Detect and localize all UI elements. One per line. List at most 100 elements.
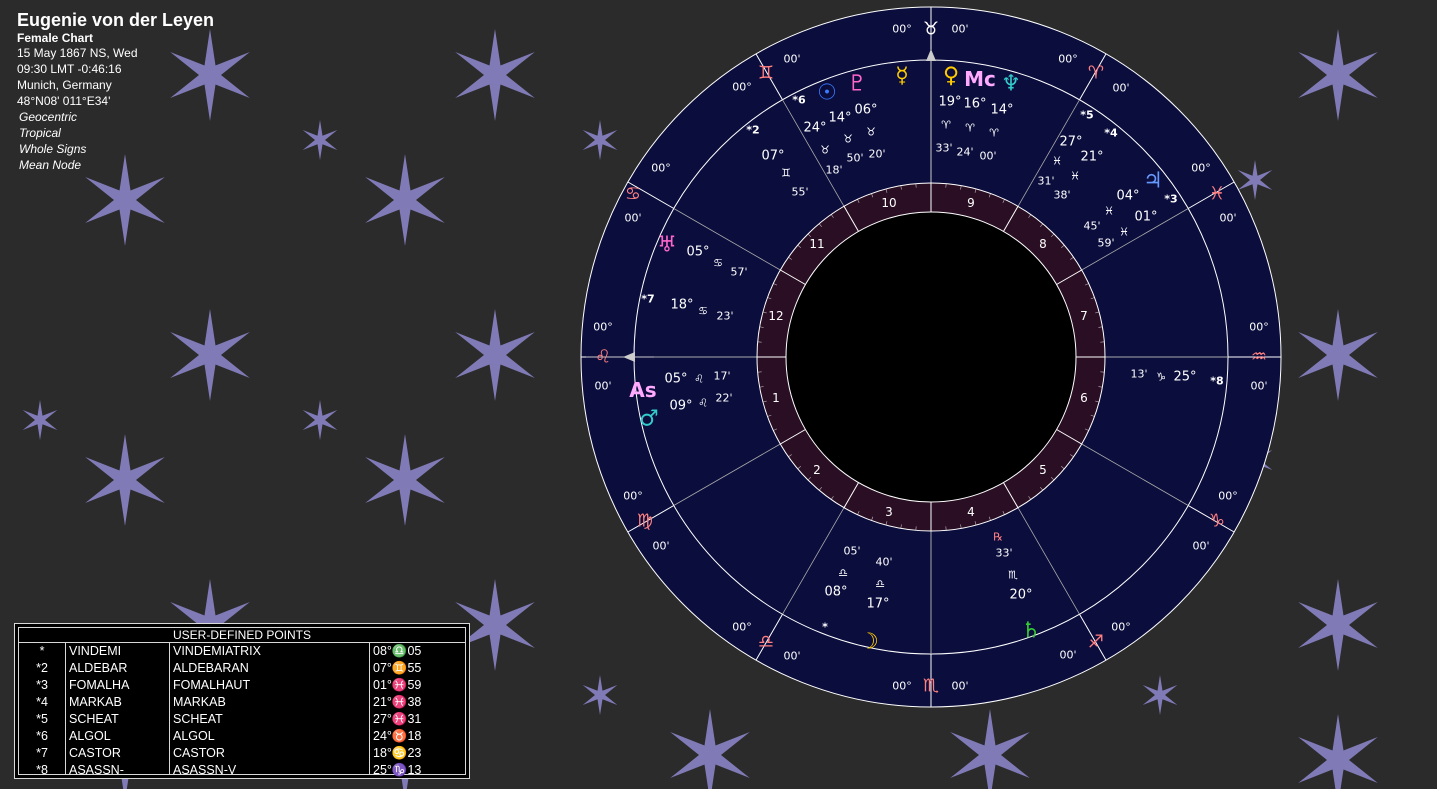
house-number-3: 3: [885, 505, 893, 519]
sign-minute-label: 00': [783, 650, 800, 663]
sign-minute-label: 00': [594, 380, 611, 393]
udp-row: *8 ASASSN- ASASSN-V 25°♑13: [19, 762, 465, 779]
sign-minute-label: 00': [1250, 380, 1267, 393]
udp-cell-name: MARKAB: [173, 695, 226, 709]
sign-degree-label: 00°: [623, 490, 643, 503]
udp-cell-name: SCHEAT: [173, 712, 223, 726]
sign-minute-label: 00': [951, 680, 968, 693]
body-degree: 05°: [686, 245, 709, 260]
udp-cell-abbr: FOMALHA: [69, 678, 130, 692]
sign-degree-label: 00°: [732, 81, 752, 94]
sagittarius-icon: ♐: [1088, 632, 1104, 653]
fixed-star-degree: 25°: [1173, 370, 1196, 385]
user-defined-points-panel: USER-DEFINED POINTS * VINDEMI VINDEMIATRIX…: [14, 623, 470, 779]
house-number-7: 7: [1080, 309, 1088, 323]
aquarius-icon: ♒: [1251, 347, 1267, 368]
udp-cell-name: ALDEBARAN: [173, 661, 249, 675]
body-degree: 19°: [938, 95, 961, 110]
fixed-star-degree: 07°: [761, 149, 784, 164]
fixed-star-sign: ♓: [1119, 226, 1129, 239]
body-sign-glyph: ♈: [989, 127, 999, 140]
fixed-star-minute: 38': [1053, 189, 1070, 202]
chart-info: Eugenie von der Leyen Female Chart 15 Ma…: [17, 9, 214, 173]
udp-cell-abbr: ALDEBAR: [69, 661, 128, 675]
fixed-star-label: *: [822, 621, 828, 634]
udp-cell-n: *5: [36, 712, 48, 726]
body-minute: 24': [956, 146, 973, 159]
option-tropical: Tropical: [19, 126, 61, 140]
birth-coords: 48°N08' 011°E34': [17, 94, 111, 108]
midheaven-icon: Mc: [964, 67, 996, 91]
gemini-icon: ♊: [758, 63, 774, 84]
aries-icon: ♈: [1088, 63, 1104, 84]
body-sign-glyph: ♈: [965, 122, 975, 135]
body-sign-glyph: ♉: [866, 126, 876, 139]
body-minute: 33': [995, 547, 1012, 560]
udp-cell-n: *7: [36, 746, 48, 760]
sign-degree-label: 00°: [892, 680, 912, 693]
birth-date: 15 May 1867 NS, Wed: [17, 46, 138, 60]
fixed-star-minute: 59': [1097, 237, 1114, 250]
udp-cell-abbr: VINDEMI: [69, 644, 122, 658]
body-minute: 57': [730, 266, 747, 279]
fixed-star-minute: 55': [791, 186, 808, 199]
fixed-star-degree: 01°: [1134, 210, 1157, 225]
body-minute: 33': [935, 142, 952, 155]
house-number-9: 9: [967, 196, 975, 210]
libra-icon: ♎: [758, 632, 774, 653]
birth-place: Munich, Germany: [17, 78, 112, 92]
option-node: Mean Node: [19, 158, 82, 172]
body-minute: 45': [1083, 220, 1100, 233]
house-number-2: 2: [813, 463, 821, 477]
body-degree: 24°: [803, 121, 826, 136]
sign-minute-label: 00': [783, 53, 800, 66]
person-name: Eugenie von der Leyen: [17, 10, 215, 30]
ascendant-icon: As: [629, 378, 656, 402]
taurus-icon: ♉: [923, 19, 939, 40]
body-sign-glyph: ♎: [875, 578, 885, 591]
udp-cell-name: FOMALHAUT: [173, 678, 251, 692]
fixed-star-degree: 08°: [824, 585, 847, 600]
birth-time: 09:30 LMT -0:46:16: [17, 62, 122, 76]
body-sign-glyph: ♌: [694, 373, 704, 386]
house-number-5: 5: [1039, 463, 1047, 477]
udp-cell-pos: 18°♋23: [373, 746, 422, 760]
body-degree: 20°: [1009, 588, 1032, 603]
sign-minute-label: 00': [1192, 540, 1209, 553]
fixed-star-label: *4: [1104, 127, 1118, 140]
udp-row: *2 ALDEBAR ALDEBARAN 07°♊55: [19, 660, 465, 677]
virgo-icon: ♍: [637, 511, 653, 532]
pisces-icon: ♓: [1209, 184, 1225, 205]
udp-cell-abbr: ASASSN-: [69, 763, 124, 777]
fixed-star-sign: ♋: [698, 305, 708, 318]
body-sign-glyph: ♉: [820, 144, 830, 157]
fixed-star-sign: ♎: [838, 567, 848, 580]
fixed-star-minute: 13': [1130, 368, 1147, 381]
body-degree: 05°: [664, 372, 687, 387]
sign-degree-label: 00°: [1249, 321, 1269, 334]
sign-minute-label: 00': [624, 212, 641, 225]
body-degree: 17°: [866, 597, 889, 612]
udp-cell-abbr: SCHEAT: [69, 712, 119, 726]
sun-icon: ☉: [817, 81, 837, 106]
udp-row: *4 MARKAB MARKAB 21°♓38: [19, 694, 465, 711]
fixed-star-sign: ♓: [1052, 155, 1062, 168]
sign-minute-label: 00': [1219, 212, 1236, 225]
body-degree: 09°: [669, 399, 692, 414]
udp-cell-name: ASASSN-V: [173, 763, 237, 777]
fixed-star-minute: 23': [716, 310, 733, 323]
sign-degree-label: 00°: [1058, 53, 1078, 66]
body-sign-glyph: ♌: [698, 397, 708, 410]
mars-icon: ♂: [639, 407, 659, 432]
sign-degree-label: 00°: [1191, 162, 1211, 175]
body-degree: 06°: [854, 103, 877, 118]
fixed-star-label: *5: [1080, 109, 1093, 122]
udp-row: *7 CASTOR CASTOR 18°♋23: [19, 745, 465, 762]
house-number-12: 12: [768, 309, 783, 323]
venus-icon: ♀: [943, 64, 959, 89]
house-number-11: 11: [809, 237, 824, 251]
udp-cell-n: *4: [36, 695, 48, 709]
fixed-star-label: *7: [641, 293, 654, 306]
udp-cell-n: *8: [36, 763, 48, 777]
body-degree: 14°: [990, 103, 1013, 118]
